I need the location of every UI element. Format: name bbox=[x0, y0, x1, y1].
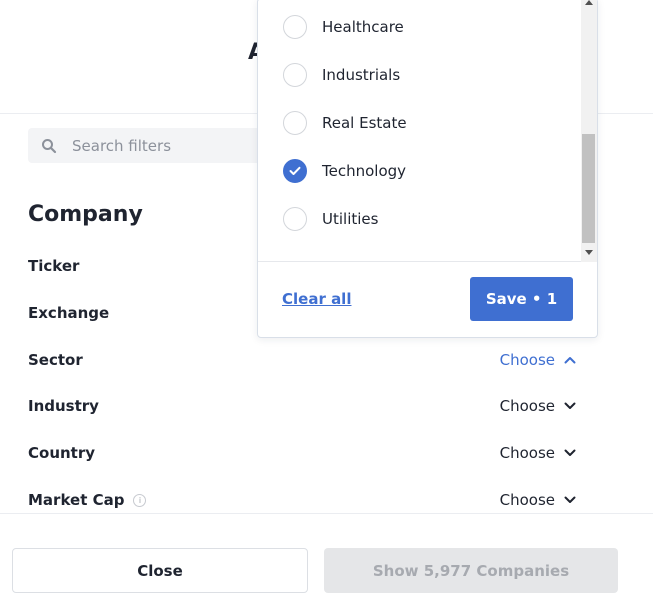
sector-choose-button[interactable]: Choose bbox=[500, 351, 576, 369]
modal-footer: Close Show 5,977 Companies bbox=[0, 513, 653, 605]
sector-option-technology[interactable]: Technology bbox=[283, 156, 406, 186]
option-label: Technology bbox=[322, 162, 407, 180]
dropdown-footer: Clear all Save • 1 bbox=[258, 261, 597, 337]
choose-label: Choose bbox=[499, 444, 555, 462]
chevron-up-icon bbox=[564, 354, 576, 366]
filter-label: Country bbox=[28, 444, 96, 462]
option-label: Industrials bbox=[322, 66, 401, 84]
filter-label: Market Cap bbox=[28, 491, 125, 509]
radio-button[interactable] bbox=[283, 63, 307, 87]
option-label: Utilities bbox=[322, 210, 379, 228]
sector-option-healthcare[interactable]: Healthcare bbox=[283, 12, 404, 42]
scroll-down-arrow-icon[interactable] bbox=[585, 250, 593, 255]
clear-all-link[interactable]: Clear all bbox=[282, 290, 351, 308]
option-label: Healthcare bbox=[322, 18, 404, 36]
sector-option-utilities[interactable]: Utilities bbox=[283, 204, 378, 234]
sector-option-real-estate[interactable]: Real Estate bbox=[283, 108, 407, 138]
filter-row-market-cap: Market Cap i Choose bbox=[28, 485, 588, 515]
search-icon bbox=[40, 137, 58, 155]
sector-option-industrials[interactable]: Industrials bbox=[283, 60, 400, 90]
chevron-down-icon bbox=[564, 494, 576, 506]
section-title-company: Company bbox=[28, 202, 143, 227]
chevron-down-icon bbox=[564, 400, 576, 412]
checkmark-icon bbox=[289, 166, 301, 175]
scroll-up-arrow-icon[interactable] bbox=[585, 0, 593, 5]
industry-choose-button[interactable]: Choose bbox=[500, 397, 576, 415]
radio-button[interactable] bbox=[283, 15, 307, 39]
market-cap-choose-button[interactable]: Choose bbox=[500, 491, 576, 509]
info-icon[interactable]: i bbox=[133, 493, 147, 507]
filter-label: Sector bbox=[28, 351, 83, 369]
choose-label: Choose bbox=[499, 351, 555, 369]
dropdown-scrollbar[interactable] bbox=[581, 0, 597, 262]
choose-label: Choose bbox=[499, 491, 555, 509]
filter-row-industry: Industry Choose bbox=[28, 391, 588, 421]
show-companies-button[interactable]: Show 5,977 Companies bbox=[324, 548, 618, 593]
chevron-down-icon bbox=[564, 447, 576, 459]
country-choose-button[interactable]: Choose bbox=[500, 444, 576, 462]
radio-button-checked[interactable] bbox=[283, 159, 307, 183]
scrollbar-thumb[interactable] bbox=[582, 134, 595, 243]
filter-label-market-cap: Market Cap i bbox=[28, 491, 147, 509]
filter-label: Exchange bbox=[28, 304, 110, 322]
filter-label: Ticker bbox=[28, 257, 80, 275]
close-button[interactable]: Close bbox=[12, 548, 308, 593]
radio-button[interactable] bbox=[283, 207, 307, 231]
filter-row-country: Country Choose bbox=[28, 438, 588, 468]
choose-label: Choose bbox=[499, 397, 555, 415]
sector-option-list: Healthcare Industrials Real Estate Techn… bbox=[258, 0, 580, 261]
sector-dropdown: Healthcare Industrials Real Estate Techn… bbox=[257, 0, 598, 338]
option-label: Real Estate bbox=[322, 114, 407, 132]
radio-button[interactable] bbox=[283, 111, 307, 135]
filter-row-sector: Sector Choose bbox=[28, 345, 588, 375]
save-button[interactable]: Save • 1 bbox=[470, 277, 573, 321]
filter-label: Industry bbox=[28, 397, 99, 415]
